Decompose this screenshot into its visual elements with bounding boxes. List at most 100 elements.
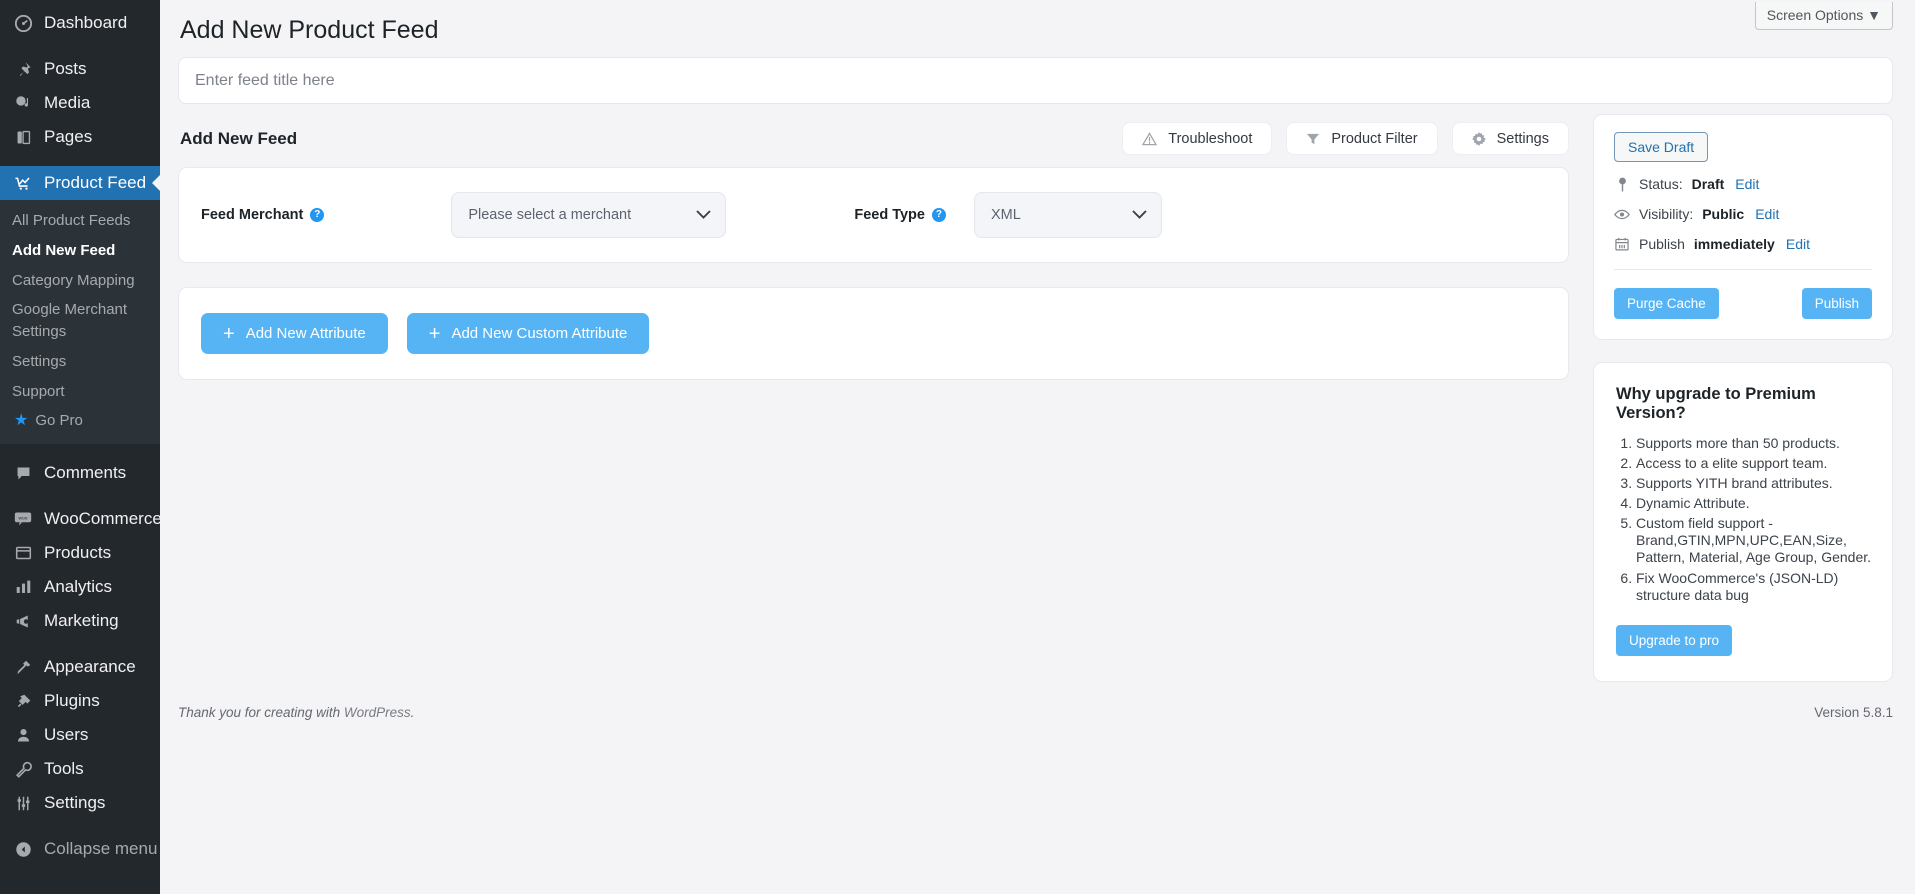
sidebar-item-media[interactable]: Media: [0, 86, 160, 120]
feed-type-field: Feed Type ? XML: [854, 192, 1162, 238]
sidebar-item-posts[interactable]: Posts: [0, 52, 160, 86]
feed-merchant-field: Feed Merchant ? Please select a merchant: [201, 192, 727, 238]
footer-thanks: Thank you for creating with WordPress.: [178, 705, 414, 720]
sidebar-item-label: Product Feed: [44, 173, 147, 192]
feed-settings-card: Feed Merchant ? Please select a merchant: [178, 167, 1569, 263]
sidebar-item-collapse-menu[interactable]: Collapse menu: [0, 832, 160, 866]
settings-button[interactable]: Settings: [1451, 122, 1569, 155]
admin-page: Dashboard Posts Media Pages Product Feed…: [0, 0, 1915, 894]
wordpress-link[interactable]: WordPress: [344, 705, 411, 720]
purge-cache-button[interactable]: Purge Cache: [1614, 288, 1719, 319]
sidebar-item-product-feed[interactable]: Product Feed: [0, 166, 160, 200]
feed-type-label-text: Feed Type: [854, 207, 925, 223]
feed-title-input[interactable]: [178, 57, 1893, 104]
help-icon[interactable]: ?: [931, 208, 946, 222]
sidebar-item-label: Pages: [44, 127, 93, 146]
sidebar-item-label: Plugins: [44, 691, 100, 710]
sidebar-item-products[interactable]: Products: [0, 536, 160, 570]
sidebar-item-go-pro[interactable]: ★ Go Pro: [0, 406, 160, 436]
sidebar-item-pages[interactable]: Pages: [0, 120, 160, 154]
sidebar-item-comments[interactable]: Comments: [0, 456, 160, 490]
sidebar-item-label: Appearance: [44, 657, 136, 676]
status-value: Draft: [1691, 176, 1725, 192]
sidebar-divider: [0, 820, 160, 832]
troubleshoot-label: Troubleshoot: [1168, 130, 1253, 147]
product-filter-button[interactable]: Product Filter: [1286, 122, 1438, 155]
sidebar-item-settings[interactable]: Settings: [0, 347, 160, 377]
toolbar-buttons: Troubleshoot Product Filter Settings: [1122, 122, 1569, 155]
add-new-attribute-label: Add New Attribute: [245, 325, 366, 342]
publish-button[interactable]: Publish: [1801, 288, 1872, 319]
sidebar-item-dashboard[interactable]: Dashboard: [0, 6, 160, 40]
users-icon: [12, 725, 34, 745]
submenu-label: Settings: [12, 352, 67, 370]
publish-actions: Purge Cache Publish: [1614, 288, 1872, 319]
list-item: Custom field support - Brand,GTIN,MPN,UP…: [1636, 515, 1872, 566]
sidebar-item-users[interactable]: Users: [0, 718, 160, 752]
star-icon: ★: [14, 412, 29, 430]
sidebar-item-label: Dashboard: [44, 13, 128, 32]
feed-merchant-select[interactable]: Please select a merchant: [451, 192, 727, 238]
sidebar-item-tools[interactable]: Tools: [0, 752, 160, 786]
help-icon[interactable]: ?: [310, 208, 325, 222]
sidebar-item-label: Collapse menu: [44, 839, 158, 858]
sidebar-item-label: Comments: [44, 463, 127, 482]
submenu-label: All Product Feeds: [12, 212, 131, 229]
visibility-row: Visibility: Public Edit: [1614, 206, 1872, 222]
settings-label: Settings: [1496, 130, 1549, 147]
sidebar-item-label: Posts: [44, 59, 87, 78]
sidebar-item-appearance[interactable]: Appearance: [0, 650, 160, 684]
sidebar-item-category-mapping[interactable]: Category Mapping: [0, 266, 160, 296]
sidebar-divider: [0, 490, 160, 502]
sidebar-item-analytics[interactable]: Analytics: [0, 570, 160, 604]
sidebar-divider: [0, 444, 160, 456]
marketing-icon: [12, 611, 34, 631]
eye-icon: [1614, 209, 1630, 220]
troubleshoot-button[interactable]: Troubleshoot: [1122, 122, 1273, 155]
sidebar-item-all-product-feeds[interactable]: All Product Feeds: [0, 206, 160, 236]
plugins-icon: [12, 691, 34, 711]
sidebar-item-plugins[interactable]: Plugins: [0, 684, 160, 718]
pin-icon: [1614, 177, 1630, 192]
list-item: Fix WooCommerce's (JSON-LD) structure da…: [1636, 570, 1872, 604]
sidebar-item-label: Tools: [44, 759, 84, 778]
calendar-icon: [1614, 237, 1630, 251]
plus-icon: +: [428, 322, 441, 345]
publish-label: Publish: [1639, 236, 1685, 252]
pin-icon: [12, 59, 34, 79]
submenu-label: Go Pro: [35, 412, 83, 430]
publish-edit-link[interactable]: Edit: [1786, 236, 1810, 252]
sidebar-item-add-new-feed[interactable]: Add New Feed: [0, 236, 160, 266]
sidebar-item-label: Products: [44, 543, 112, 562]
screen-options-toggle[interactable]: Screen Options ▼: [1754, 2, 1893, 30]
left-column: Add New Feed Troubleshoot Product Filter…: [178, 104, 1569, 380]
add-new-attribute-button[interactable]: + Add New Attribute: [201, 313, 388, 354]
status-edit-link[interactable]: Edit: [1735, 176, 1759, 192]
sidebar-item-woocommerce[interactable]: woo WooCommerce: [0, 502, 162, 536]
products-icon: [12, 543, 34, 563]
add-new-custom-attribute-button[interactable]: + Add New Custom Attribute: [406, 313, 650, 354]
visibility-edit-link[interactable]: Edit: [1755, 206, 1779, 222]
feed-type-select[interactable]: XML: [973, 192, 1162, 238]
submenu-label: Add New Feed: [12, 241, 116, 259]
list-item: Dynamic Attribute.: [1636, 495, 1872, 512]
sidebar-item-marketing[interactable]: Marketing: [0, 604, 160, 638]
sidebar-item-support[interactable]: Support: [0, 377, 160, 407]
analytics-icon: [12, 577, 34, 597]
screen-options-label: Screen Options ▼: [1766, 7, 1881, 23]
sidebar-item-label: Marketing: [44, 611, 119, 630]
save-draft-button[interactable]: Save Draft: [1614, 132, 1709, 162]
sidebar-item-google-merchant-settings[interactable]: Google Merchant Settings: [0, 295, 160, 347]
sidebar-divider: [0, 154, 160, 166]
filter-icon: [1306, 132, 1320, 146]
svg-text:woo: woo: [19, 516, 28, 521]
submenu-label: Category Mapping: [12, 271, 135, 289]
sidebar-item-label: Media: [44, 93, 91, 112]
publish-date-row: Publish immediately Edit: [1614, 236, 1872, 252]
page-title: Add New Product Feed: [180, 16, 439, 44]
visibility-label: Visibility:: [1639, 206, 1694, 222]
sidebar-item-settings[interactable]: Settings: [0, 786, 160, 820]
status-label: Status:: [1639, 176, 1683, 192]
upgrade-to-pro-button[interactable]: Upgrade to pro: [1616, 624, 1733, 656]
feed-merchant-label: Feed Merchant ?: [201, 207, 325, 223]
